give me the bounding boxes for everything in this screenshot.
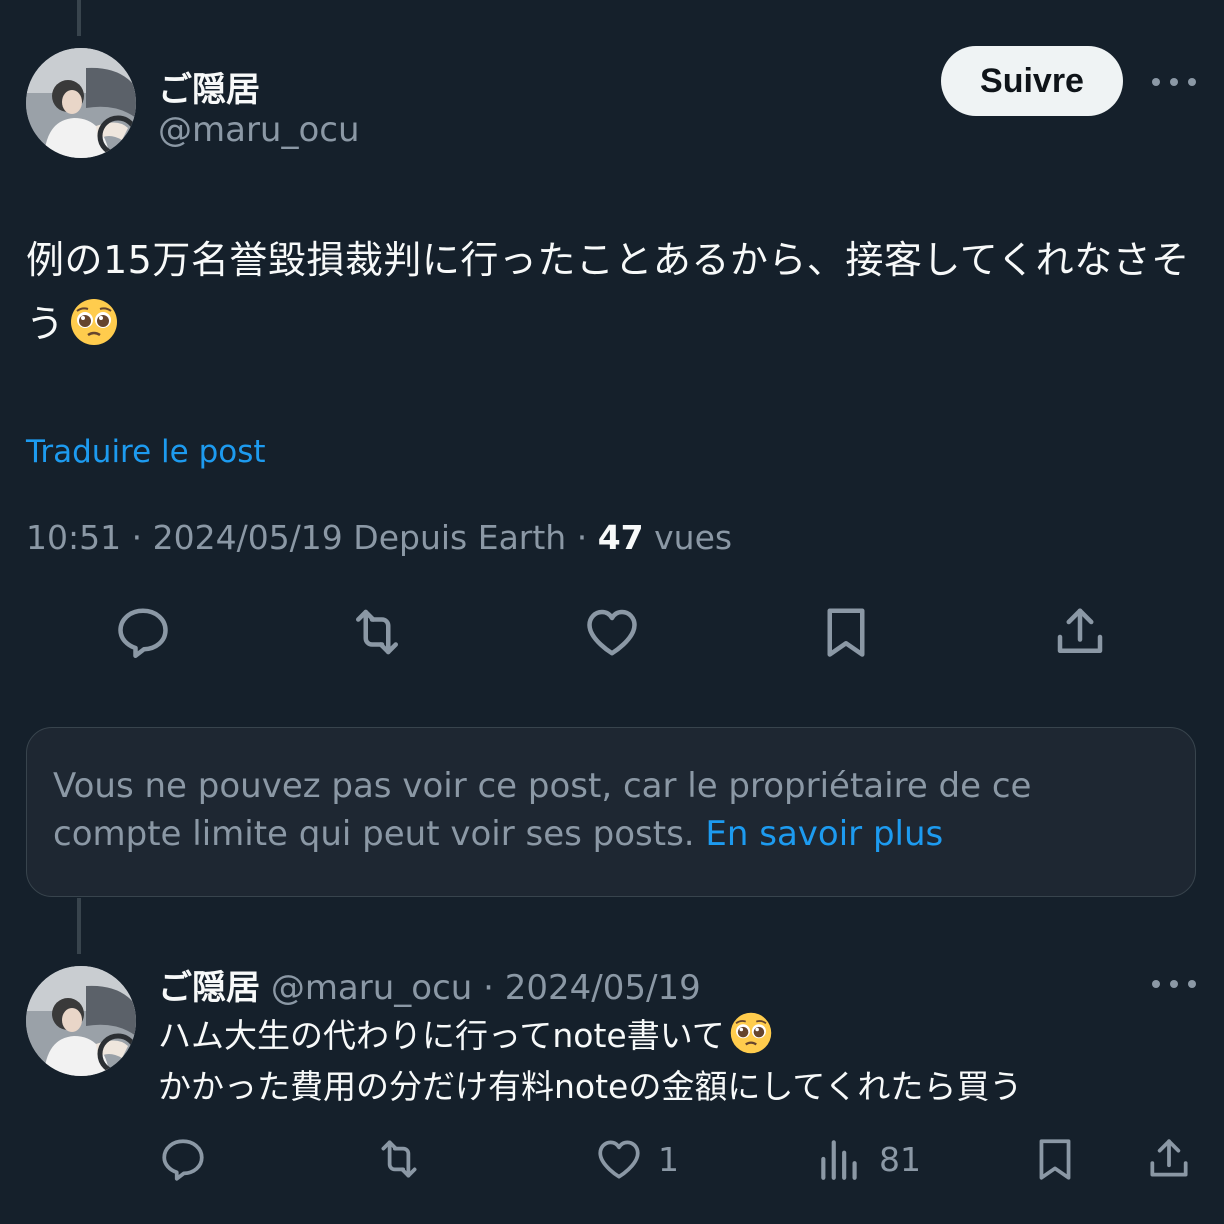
reply-line-1: ハム大生の代わりに行ってnote書いて: [158, 1016, 725, 1055]
reply-icon: [162, 1139, 204, 1181]
reply-more-options-icon[interactable]: [1152, 974, 1196, 994]
reply-line-2: かかった費用の分だけ有料noteの金額にしてくれたら買う: [158, 1067, 1023, 1106]
thread-line-top: [77, 0, 81, 36]
reply-bookmark-button[interactable]: [1030, 1132, 1080, 1186]
restricted-post-notice: Vous ne pouvez pas voir ce post, car le …: [26, 727, 1196, 897]
avatar[interactable]: [26, 48, 136, 158]
reply-repost-button[interactable]: [374, 1132, 424, 1186]
views-count: 47: [597, 518, 644, 557]
like-icon[interactable]: [580, 600, 644, 664]
post-metadata: 10:51 · 2024/05/19 Depuis Earth · 47 vue…: [26, 518, 733, 557]
learn-more-link[interactable]: En savoir plus: [705, 814, 943, 854]
reply-text: ハム大生の代わりに行ってnote書いて かかった費用の分だけ有料noteの金額に…: [158, 1010, 1198, 1112]
follow-button[interactable]: Suivre: [941, 46, 1123, 116]
reply-date[interactable]: 2024/05/19: [505, 968, 701, 1008]
reply-reply-button[interactable]: [158, 1132, 208, 1186]
translate-post-link[interactable]: Traduire le post: [26, 434, 266, 470]
more-options-icon[interactable]: [1152, 72, 1196, 92]
reply-share-button[interactable]: [1144, 1132, 1194, 1186]
pleading-face-emoji-icon: [730, 1012, 771, 1054]
like-count: 1: [658, 1139, 679, 1179]
thread-line-middle: [77, 898, 81, 954]
heart-icon: [598, 1140, 640, 1179]
share-icon[interactable]: [1048, 600, 1112, 664]
repost-icon[interactable]: [345, 600, 409, 664]
repost-icon: [381, 1140, 417, 1178]
post-time[interactable]: 10:51: [26, 518, 121, 557]
reply-like-button[interactable]: 1: [594, 1132, 679, 1186]
bookmark-icon: [1039, 1139, 1071, 1180]
reply-header: ご隠居 @maru_ocu · 2024/05/19: [158, 968, 701, 1008]
share-icon: [1150, 1139, 1188, 1177]
reply-avatar[interactable]: [26, 966, 136, 1076]
reply-views-button[interactable]: 81: [815, 1132, 921, 1186]
views-count: 81: [879, 1139, 921, 1179]
pleading-face-emoji-icon: [70, 299, 117, 345]
reply-icon[interactable]: [111, 600, 175, 664]
reply-author-handle[interactable]: @maru_ocu: [271, 968, 473, 1008]
author-handle[interactable]: @maru_ocu: [158, 110, 360, 150]
reply-author-name[interactable]: ご隠居: [158, 968, 260, 1008]
bookmark-icon[interactable]: [814, 600, 878, 664]
post-text-body: 例の15万名誉毀損裁判に行ったことあるから、接客してくれなさそう: [26, 238, 1190, 346]
post-source: Depuis Earth: [353, 518, 567, 557]
post-text: 例の15万名誉毀損裁判に行ったことあるから、接客してくれなさそう: [26, 228, 1201, 356]
author-name[interactable]: ご隠居: [158, 62, 260, 111]
bar-chart-icon: [821, 1140, 857, 1180]
post-date[interactable]: 2024/05/19: [153, 518, 343, 557]
views-label: vues: [654, 518, 733, 557]
